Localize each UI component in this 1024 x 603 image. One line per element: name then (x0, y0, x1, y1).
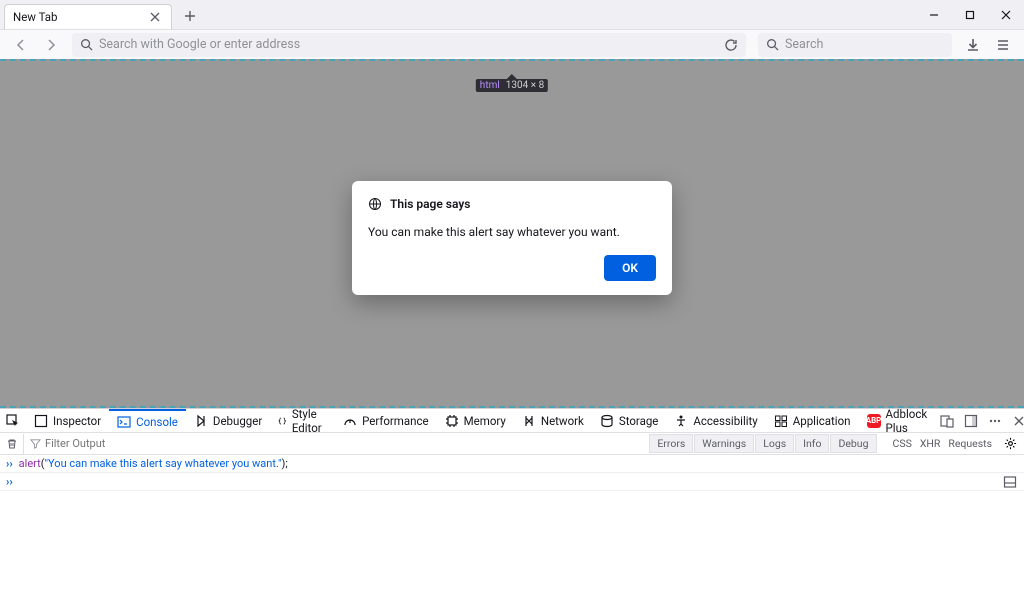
dock-button[interactable] (959, 409, 983, 433)
tooltip-dims: 1304 × 8 (506, 80, 544, 91)
close-devtools-button[interactable] (1007, 409, 1024, 433)
toggle-logs[interactable]: Logs (755, 434, 794, 453)
devtools-tabs: Inspector Console Debugger Style Editor … (0, 409, 1024, 433)
tab-style-editor[interactable]: Style Editor (270, 409, 335, 432)
downloads-button[interactable] (960, 32, 986, 58)
alert-header: This page says (368, 197, 656, 211)
close-window-button[interactable] (992, 5, 1020, 25)
link-css[interactable]: CSS (893, 437, 912, 450)
filter-links: CSS XHR Requests (893, 437, 993, 450)
url-input[interactable] (99, 37, 718, 52)
titlebar: New Tab (0, 0, 1024, 29)
alert-ok-button[interactable]: OK (604, 255, 656, 281)
abp-icon: ABP (867, 414, 881, 428)
tab-title: New Tab (13, 10, 58, 24)
console-prompt[interactable]: ›› (0, 473, 1024, 491)
toolbar (0, 29, 1024, 59)
maximize-button[interactable] (956, 5, 984, 25)
tab-inspector[interactable]: Inspector (26, 409, 109, 432)
code-fn: alert (19, 457, 41, 470)
alert-title: This page says (390, 197, 470, 211)
minimize-button[interactable] (920, 5, 948, 25)
prompt-icon: ›› (6, 457, 13, 470)
page-viewport: html 1304 × 8 This page says You can mak… (0, 59, 1024, 408)
window-controls (920, 5, 1024, 25)
menu-button[interactable] (990, 32, 1016, 58)
reload-icon[interactable] (724, 38, 738, 52)
tab-application[interactable]: Application (766, 409, 859, 432)
globe-icon (368, 197, 382, 211)
responsive-mode-button[interactable] (935, 409, 959, 433)
toggle-info[interactable]: Info (795, 434, 829, 453)
link-requests[interactable]: Requests (948, 437, 992, 450)
level-toggles: Errors Warnings Logs Info Debug (649, 434, 876, 453)
console-settings-button[interactable] (1000, 434, 1020, 454)
url-bar[interactable] (72, 33, 746, 57)
tab-accessibility[interactable]: Accessibility (666, 409, 765, 432)
split-console-button[interactable] (1000, 472, 1020, 492)
element-picker-button[interactable] (0, 409, 26, 432)
search-input[interactable] (785, 37, 944, 52)
alert-message: You can make this alert say whatever you… (368, 225, 656, 239)
filter-field[interactable] (30, 437, 645, 450)
devtools: Inspector Console Debugger Style Editor … (0, 408, 1024, 603)
tab-console[interactable]: Console (109, 409, 186, 432)
prompt-icon: ›› (6, 475, 13, 488)
inspector-tooltip: html 1304 × 8 (476, 79, 548, 92)
link-xhr[interactable]: XHR (920, 437, 941, 450)
toggle-debug[interactable]: Debug (830, 434, 876, 453)
tab-memory[interactable]: Memory (437, 409, 514, 432)
new-tab-button[interactable] (178, 4, 202, 28)
toggle-errors[interactable]: Errors (649, 434, 693, 453)
more-button[interactable] (983, 409, 1007, 433)
console-output: ›› alert("You can make this alert say wh… (0, 455, 1024, 491)
filter-input[interactable] (45, 437, 645, 450)
funnel-icon (30, 438, 41, 449)
close-tab-button[interactable] (147, 9, 163, 25)
tab-adblock[interactable]: ABP Adblock Plus (859, 409, 936, 432)
browser-tab[interactable]: New Tab (4, 4, 172, 29)
toggle-warnings[interactable]: Warnings (694, 434, 754, 453)
back-button[interactable] (8, 32, 34, 58)
forward-button[interactable] (38, 32, 64, 58)
tab-network[interactable]: Network (514, 409, 592, 432)
clear-console-button[interactable] (4, 434, 24, 454)
tooltip-tag: html (480, 80, 500, 91)
tab-storage[interactable]: Storage (592, 409, 667, 432)
tab-debugger[interactable]: Debugger (186, 409, 270, 432)
search-icon (766, 38, 779, 51)
tab-performance[interactable]: Performance (335, 409, 437, 432)
search-icon (80, 38, 93, 51)
search-bar[interactable] (758, 33, 952, 57)
console-input-line[interactable]: ›› alert("You can make this alert say wh… (0, 455, 1024, 473)
console-filterbar: Errors Warnings Logs Info Debug CSS XHR … (0, 433, 1024, 455)
alert-dialog: This page says You can make this alert s… (352, 181, 672, 295)
